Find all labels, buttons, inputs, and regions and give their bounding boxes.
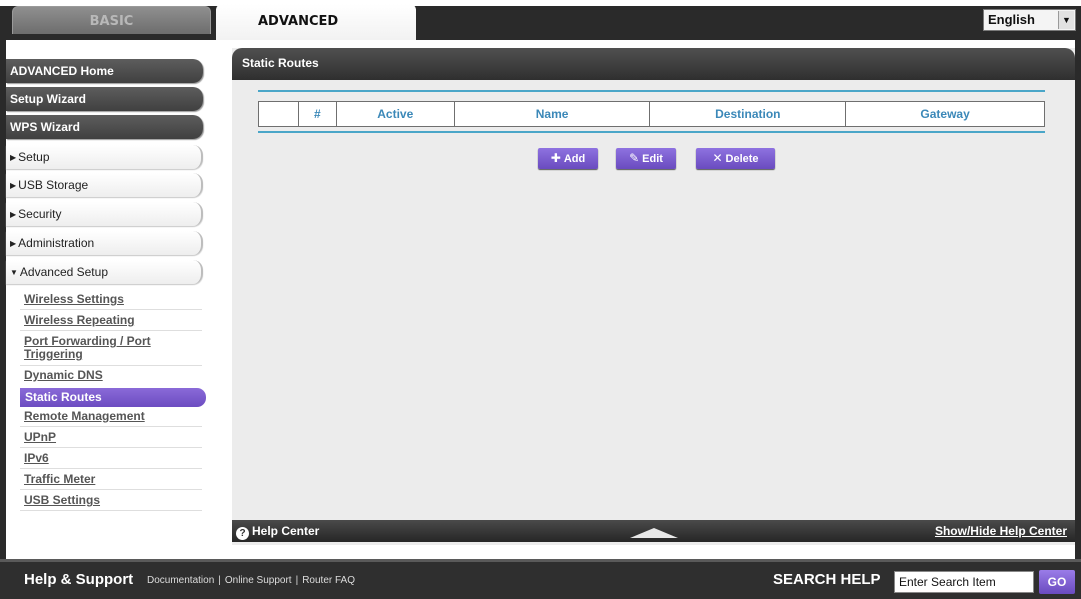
sidebar-section-label: Advanced Setup [19, 265, 108, 279]
sidebar-item-traffic-meter[interactable]: Traffic Meter [24, 473, 196, 486]
triangle-down-icon: ▼ [10, 268, 18, 277]
divider [20, 468, 202, 469]
divider [20, 365, 202, 366]
column-header-gateway: Gateway [845, 101, 1045, 127]
sidebar-item-ipv6[interactable]: IPv6 [24, 452, 196, 465]
pencil-icon: ✎ [629, 151, 640, 165]
sidebar-item-wireless-repeating[interactable]: Wireless Repeating [24, 314, 196, 327]
sidebar-section-label: USB Storage [18, 178, 89, 192]
sidebar-section-security[interactable]: ▶ Security [6, 202, 203, 226]
triangle-right-icon: ▶ [10, 210, 17, 219]
footer-links: Documentation | Online Support | Router FAQ [147, 575, 355, 586]
go-button[interactable]: GO [1039, 570, 1075, 594]
divider: | [218, 575, 221, 586]
column-header-destination: Destination [649, 101, 847, 127]
sidebar-item-advanced-home[interactable]: ADVANCED Home [6, 59, 203, 83]
router-faq-link[interactable]: Router FAQ [302, 575, 355, 586]
sidebar-section-label: Setup [18, 150, 50, 164]
sidebar-section-label: Security [18, 207, 62, 221]
sidebar-item-dynamic-dns[interactable]: Dynamic DNS [24, 369, 196, 382]
sidebar-item-wireless-settings[interactable]: Wireless Settings [24, 293, 196, 306]
page-title: Static Routes [232, 48, 1075, 80]
table-top-rule [258, 90, 1045, 92]
delete-button-label: Delete [725, 153, 759, 165]
sidebar-section-usb-storage[interactable]: ▶ USB Storage [6, 173, 203, 197]
footer: Help & Support Documentation | Online Supp… [0, 559, 1081, 599]
divider [20, 309, 202, 310]
table-header-row: # Active Name Destination Gateway [258, 101, 1045, 127]
sidebar-section-administration[interactable]: ▶ Administration [6, 231, 203, 255]
sidebar-item-port-forwarding[interactable]: Port Forwarding / Port Triggering [24, 335, 196, 361]
plus-icon: ✚ [550, 151, 561, 165]
divider: | [295, 575, 299, 586]
divider [20, 510, 202, 511]
sidebar-item-setup-wizard[interactable]: Setup Wizard [6, 87, 203, 111]
divider [20, 330, 202, 331]
triangle-right-icon: ▶ [10, 181, 17, 190]
static-routes-table: # Active Name Destination Gateway [258, 101, 1045, 127]
sidebar-item-usb-settings[interactable]: USB Settings [24, 494, 196, 507]
expand-up-icon[interactable] [630, 528, 678, 538]
help-support-title: Help & Support [24, 571, 134, 588]
tab-advanced[interactable]: ADVANCED [216, 4, 416, 40]
column-header-number: # [297, 101, 337, 127]
close-icon: ✕ [712, 151, 723, 165]
column-header-active: Active [335, 101, 455, 127]
divider [20, 447, 202, 448]
sidebar-item-wps-wizard[interactable]: WPS Wizard [6, 115, 203, 139]
delete-button[interactable]: ✕ Delete [696, 148, 775, 169]
add-button[interactable]: ✚ Add [538, 148, 598, 169]
divider [20, 489, 202, 490]
column-header-name: Name [453, 101, 651, 127]
sidebar-item-static-routes[interactable]: Static Routes [20, 388, 206, 407]
sidebar-item-upnp[interactable]: UPnP [24, 431, 196, 444]
search-help-label: SEARCH HELP [773, 571, 881, 588]
help-center-link[interactable]: ? Help Center [236, 520, 319, 542]
sidebar-item-remote-management[interactable]: Remote Management [24, 410, 196, 423]
language-selected-value: English [988, 12, 1035, 27]
documentation-link[interactable]: Documentation [147, 575, 214, 586]
chevron-down-icon[interactable]: ▼ [1058, 11, 1074, 29]
sidebar-section-advanced-setup[interactable]: ▼ Advanced Setup [6, 260, 203, 284]
tab-basic[interactable]: BASIC [12, 6, 211, 34]
help-center-bar: ? Help Center Show/Hide Help Center [232, 520, 1075, 542]
help-center-label: Help Center [252, 524, 320, 538]
column-header-select [258, 101, 299, 127]
table-bottom-rule [258, 131, 1045, 133]
language-select[interactable]: English ▼ [983, 9, 1076, 31]
add-button-label: Add [563, 153, 586, 165]
sidebar-section-label: Administration [18, 236, 95, 250]
edit-button-label: Edit [642, 153, 663, 165]
online-support-link[interactable]: Online Support [225, 575, 292, 586]
triangle-right-icon: ▶ [10, 239, 17, 248]
help-icon: ? [236, 527, 249, 540]
sidebar-section-setup[interactable]: ▶ Setup [6, 145, 203, 169]
search-input[interactable] [894, 571, 1034, 593]
triangle-right-icon: ▶ [10, 153, 17, 162]
frame-right-edge [1075, 40, 1081, 559]
edit-button[interactable]: ✎ Edit [616, 148, 676, 169]
show-hide-help-center-link[interactable]: Show/Hide Help Center [935, 520, 1067, 542]
divider [20, 426, 202, 427]
